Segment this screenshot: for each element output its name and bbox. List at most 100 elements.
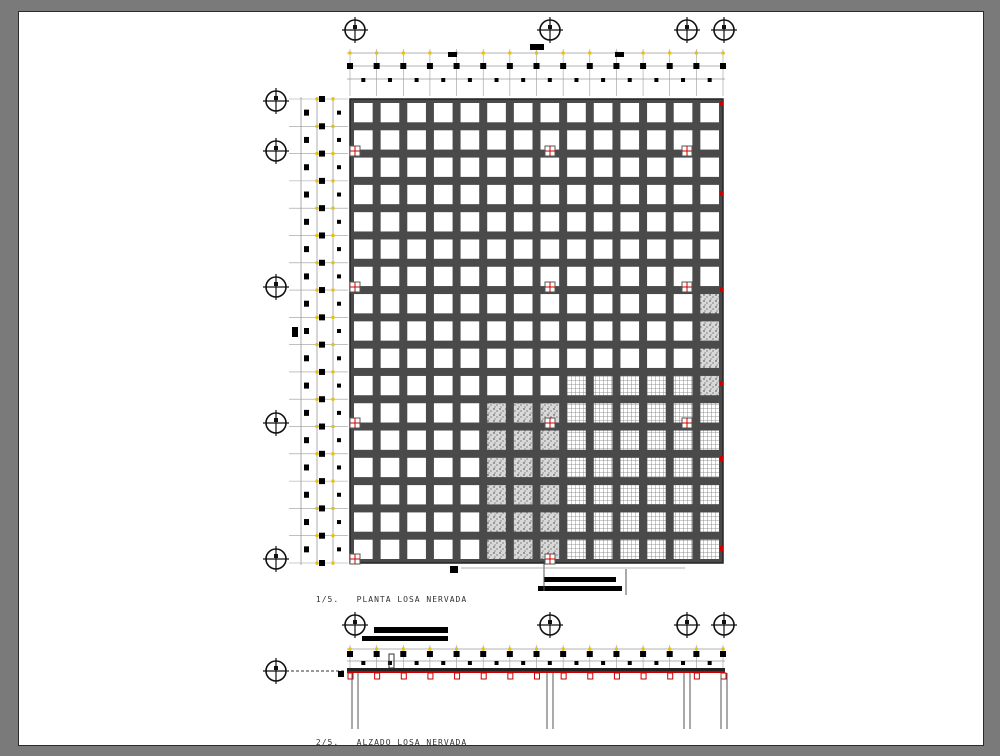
- slab-panel: [647, 430, 666, 450]
- slab-panel: [460, 294, 480, 314]
- slab-panel: [700, 375, 719, 396]
- slab-panel: [513, 239, 533, 259]
- slab-beams: [350, 99, 723, 563]
- rebar-block: [304, 437, 309, 444]
- slab-panel: [540, 212, 560, 232]
- rebar-block: [601, 661, 606, 665]
- rebar-block: [319, 505, 325, 512]
- slab-panel: [433, 457, 453, 478]
- slab-panel: [460, 157, 480, 177]
- column-marker-icon: [720, 191, 723, 196]
- slab-panel: [487, 403, 506, 423]
- slab-panel: [673, 239, 693, 259]
- rebar-block: [337, 438, 341, 443]
- dimension-tick: [315, 370, 319, 374]
- dimension-tick: [428, 647, 432, 651]
- slab-panel: [647, 512, 666, 532]
- slab-panel: [620, 157, 640, 177]
- rebar-block: [337, 410, 341, 415]
- slab-panel: [700, 239, 719, 259]
- axis-bubble-mark: [685, 620, 689, 624]
- rebar-block: [448, 52, 457, 57]
- rebar-block: [319, 341, 325, 348]
- rebar-block: [574, 661, 579, 665]
- grid-axis-bubble-icon: [674, 17, 700, 43]
- slab-panel: [460, 375, 480, 396]
- dimension-tick: [401, 51, 405, 55]
- slab-panel: [380, 457, 400, 478]
- rebar-block: [337, 465, 341, 470]
- slab-panel: [513, 539, 533, 559]
- dimension-tick: [315, 479, 319, 483]
- slab-panel: [407, 375, 426, 396]
- slab-panel: [593, 184, 613, 205]
- dimension-tick: [331, 97, 335, 101]
- grid-axis-bubble-icon: [263, 546, 289, 572]
- slab-panel: [380, 512, 400, 532]
- rib-section: [720, 672, 727, 680]
- slab-panel: [700, 130, 719, 150]
- slab-panel: [593, 212, 613, 232]
- rebar-block: [533, 63, 540, 69]
- rebar-block: [304, 273, 309, 280]
- slab-panel: [487, 157, 506, 177]
- slab-panel: [593, 294, 613, 314]
- slab-panel: [407, 266, 426, 287]
- axis-bubble-mark: [548, 25, 552, 29]
- slab-panel: [593, 430, 613, 450]
- axis-bubble-cross: [537, 612, 563, 638]
- slab-panel: [700, 485, 719, 505]
- slab-panel: [700, 539, 719, 559]
- slab-panel: [700, 348, 719, 368]
- slab-panel: [460, 130, 480, 150]
- slab-panel: [567, 294, 586, 314]
- slab-panel: [700, 184, 719, 205]
- column-marker-icon: [720, 381, 723, 386]
- slab-panel: [460, 103, 480, 123]
- rebar-block: [337, 137, 341, 142]
- dimension-tick: [331, 452, 335, 456]
- axis-bubble-cross: [711, 17, 737, 43]
- cad-drawing: [263, 17, 737, 729]
- slab-panel: [620, 130, 640, 150]
- rebar-block: [613, 63, 620, 69]
- slab-panel: [380, 430, 400, 450]
- elevation-title-prefix: 2/5.: [315, 738, 340, 747]
- rebar-block: [304, 246, 309, 253]
- grid-axis-bubble-icon: [263, 658, 289, 684]
- slab-panel: [354, 512, 373, 532]
- rebar-block: [304, 409, 309, 416]
- slab-panel: [673, 294, 693, 314]
- rebar-block: [586, 651, 593, 657]
- rebar-block: [654, 661, 659, 665]
- slab-panel: [620, 266, 640, 287]
- slab-panel: [620, 430, 640, 450]
- slab-panel: [673, 457, 693, 478]
- slab-panel: [487, 103, 506, 123]
- slab-panel: [433, 430, 453, 450]
- slab-panel: [540, 375, 560, 396]
- dimension-tick: [331, 370, 335, 374]
- rebar-block: [640, 63, 647, 69]
- slab-panel: [567, 266, 586, 287]
- axis-bubble-cross: [263, 138, 289, 164]
- slab-panel: [380, 294, 400, 314]
- rebar-block: [304, 491, 309, 498]
- slab-panel: [460, 512, 480, 532]
- cad-viewport[interactable]: 1/5. PLANTA LOSA NERVADA 2/5. ALZADO LOS…: [0, 0, 1000, 751]
- rebar-block: [304, 109, 309, 116]
- axis-bubble-mark: [274, 96, 278, 100]
- slab-panel: [593, 266, 613, 287]
- slab-panel: [433, 512, 453, 532]
- dimension-tick: [331, 261, 335, 265]
- slab-panel: [380, 539, 400, 559]
- axis-bubble-mark: [722, 620, 726, 624]
- slab-panel: [460, 485, 480, 505]
- slab-panel: [433, 321, 453, 341]
- slab-panel: [354, 430, 373, 450]
- slab-panel: [540, 294, 560, 314]
- slab-panel: [567, 457, 586, 478]
- slab-panel: [354, 239, 373, 259]
- slab-panel: [487, 457, 506, 478]
- slab-panel: [673, 430, 693, 450]
